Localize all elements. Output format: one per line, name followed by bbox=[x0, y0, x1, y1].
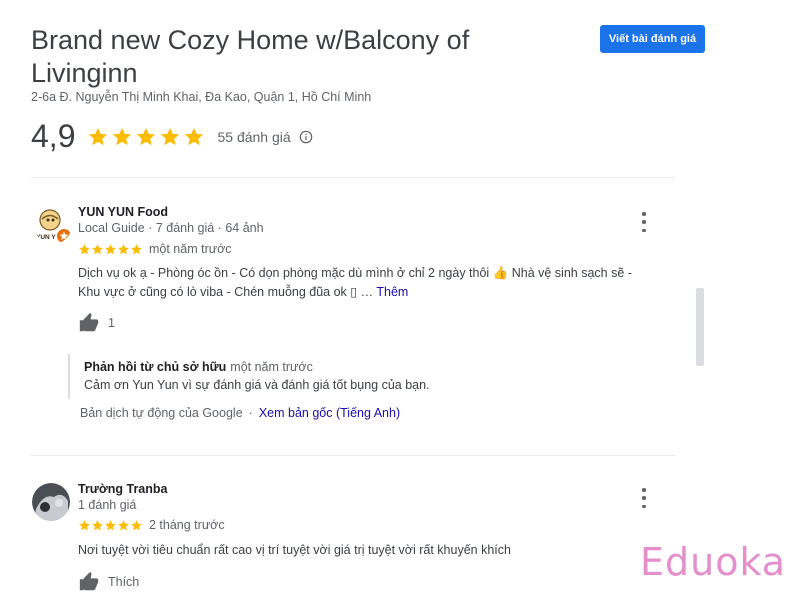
star-icon bbox=[79, 519, 90, 530]
thumbs-up-icon bbox=[79, 571, 99, 591]
star-icon bbox=[89, 127, 108, 145]
separator: · bbox=[248, 406, 253, 420]
review-text: Nơi tuyệt vời tiêu chuẩn rất cao vị trí … bbox=[78, 543, 511, 557]
star-icon bbox=[118, 519, 129, 530]
review-text-line: Khu vực ở cũng có lò viba - Chén muỗng đ… bbox=[78, 283, 658, 302]
review-date: 2 tháng trước bbox=[149, 518, 225, 532]
watermark-logo: Eduoka bbox=[640, 540, 787, 584]
translation-note: Bản dịch tự động của Google bbox=[80, 406, 243, 420]
review-text-line: Dịch vụ ok ạ - Phòng óc ồn - Có dọn phòn… bbox=[78, 266, 632, 280]
place-title: Brand new Cozy Home w/Balcony of Livingi… bbox=[31, 25, 470, 88]
star-icon bbox=[105, 243, 116, 254]
star-icon bbox=[105, 519, 116, 530]
star-icon bbox=[79, 243, 90, 254]
review-author-meta[interactable]: Local Guide · 7 đánh giá · 64 ảnh bbox=[78, 221, 264, 235]
review-stars bbox=[78, 519, 143, 532]
write-review-button[interactable]: Viết bài đánh giá bbox=[600, 25, 705, 53]
like-label: Thích bbox=[108, 575, 140, 589]
divider bbox=[31, 177, 675, 178]
review-author-meta[interactable]: 1 đánh giá bbox=[78, 498, 136, 512]
translation-row: Bản dịch tự động của Google · Xem bản gốc … bbox=[80, 406, 400, 420]
review-rating: 2 tháng trước bbox=[78, 518, 225, 532]
review-count[interactable]: 55 đánh giá bbox=[217, 129, 290, 145]
avatar[interactable]: YUN Y bbox=[34, 206, 72, 244]
owner-reply-title: Phản hồi từ chủ sở hữu bbox=[84, 360, 227, 374]
star-icon bbox=[118, 243, 129, 254]
like-button[interactable]: Thích bbox=[78, 571, 139, 593]
rating-stars bbox=[87, 126, 205, 148]
star-icon bbox=[92, 243, 103, 254]
review-text-line-2: Khu vực ở cũng có lò viba - Chén muỗng đ… bbox=[78, 285, 377, 299]
place-address: 2-6a Đ. Nguyễn Thị Minh Khai, Đa Kao, Qu… bbox=[31, 90, 372, 104]
more-link[interactable]: Thêm bbox=[376, 285, 408, 299]
scrollbar[interactable] bbox=[696, 288, 704, 366]
like-count: 1 bbox=[108, 316, 115, 330]
owner-reply: Phản hồi từ chủ sở hữu một năm trước Cảm … bbox=[68, 354, 628, 399]
review-date: một năm trước bbox=[149, 242, 232, 256]
star-icon bbox=[161, 127, 180, 145]
review-rating: một năm trước bbox=[78, 242, 232, 256]
view-original-link[interactable]: Xem bản gốc (Tiếng Anh) bbox=[259, 406, 400, 420]
star-icon bbox=[131, 519, 142, 530]
more-options-icon[interactable] bbox=[638, 212, 650, 232]
like-button[interactable]: 1 bbox=[78, 312, 115, 334]
review-author[interactable]: YUN YUN Food bbox=[78, 205, 168, 219]
star-icon bbox=[92, 519, 103, 530]
review-text: Dịch vụ ok ạ - Phòng óc ồn - Có dọn phòn… bbox=[78, 264, 658, 302]
review-author[interactable]: Trường Tranba bbox=[78, 482, 167, 496]
avatar-label: YUN Y bbox=[36, 234, 56, 241]
thumbs-up-icon bbox=[79, 312, 99, 332]
rating-value: 4,9 bbox=[31, 118, 76, 154]
star-icon bbox=[185, 127, 204, 145]
avatar[interactable] bbox=[32, 483, 70, 521]
rating-summary: 4,9 55 đánh giá bbox=[31, 118, 313, 155]
star-icon bbox=[137, 127, 156, 145]
star-icon bbox=[113, 127, 132, 145]
owner-reply-text: Cảm ơn Yun Yun vì sự đánh giá và đánh gi… bbox=[84, 378, 430, 392]
owner-reply-date: một năm trước bbox=[230, 360, 313, 374]
review-stars bbox=[78, 243, 143, 256]
divider bbox=[31, 455, 675, 456]
more-options-icon[interactable] bbox=[638, 488, 650, 508]
info-icon[interactable] bbox=[299, 130, 313, 144]
star-icon bbox=[131, 243, 142, 254]
